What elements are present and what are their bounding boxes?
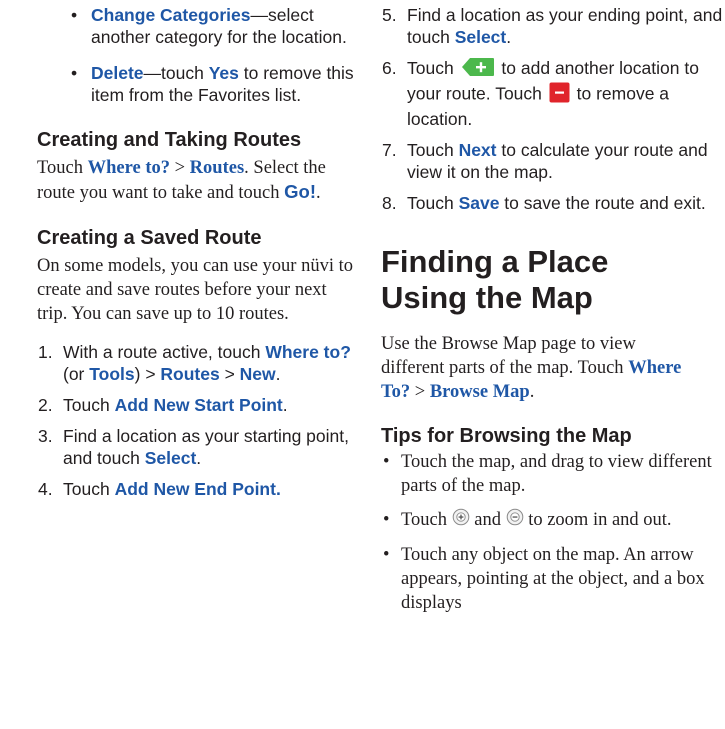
where-to-label: Where to? bbox=[87, 158, 170, 178]
bullet: • bbox=[71, 5, 78, 25]
list-item: 5. Find a location as your ending point,… bbox=[382, 5, 723, 47]
zoom-in-icon bbox=[452, 508, 470, 533]
list-item: • Touch and to zoom in and out. bbox=[381, 508, 725, 533]
list-item: • Touch the map, and drag to view differ… bbox=[383, 452, 712, 496]
list-item: 2. Touch Add New Start Point. bbox=[38, 395, 288, 415]
favorites-options-list: • Change Categories—select another categ… bbox=[63, 4, 356, 106]
bullet: • bbox=[383, 545, 390, 566]
creating-taking-routes-paragraph: Touch Where to? > Routes. Select the rou… bbox=[37, 158, 326, 203]
browse-map-label: Browse Map bbox=[429, 382, 530, 402]
change-categories-label: Change Categories bbox=[91, 5, 251, 25]
creating-taking-routes-heading: Creating and Taking Routes bbox=[37, 129, 302, 151]
list-item: 4. Touch Add New End Point. bbox=[38, 479, 281, 499]
add-location-icon bbox=[461, 57, 495, 82]
left-column: • Change Categories—select another categ… bbox=[0, 0, 356, 500]
list-item: • Change Categories—select another categ… bbox=[71, 5, 347, 47]
delete-label: Delete bbox=[91, 63, 144, 83]
yes-label: Yes bbox=[208, 63, 239, 83]
list-item: • Delete—touch Yes to remove this item f… bbox=[71, 63, 354, 105]
bullet: • bbox=[71, 63, 78, 83]
finding-place-heading: Finding a Place Using the Map bbox=[381, 244, 609, 315]
route-steps-list-right: 5. Find a location as your ending point,… bbox=[381, 4, 725, 214]
tips-heading: Tips for Browsing the Map bbox=[381, 425, 632, 447]
saved-route-paragraph: On some models, you can use your nüvi to… bbox=[37, 256, 353, 324]
finding-place-paragraph: Use the Browse Map page to view differen… bbox=[381, 334, 682, 402]
bullet: • bbox=[383, 510, 390, 530]
list-item: 7. Touch Next to calculate your route an… bbox=[382, 140, 708, 182]
list-item: 3. Find a location as your starting poin… bbox=[38, 426, 349, 468]
right-column: 5. Find a location as your ending point,… bbox=[381, 0, 725, 615]
saved-route-heading: Creating a Saved Route bbox=[37, 227, 262, 249]
route-steps-list-left: 1. With a route active, touch Where to? … bbox=[37, 341, 359, 500]
list-item: 1. With a route active, touch Where to? … bbox=[38, 342, 351, 384]
go-label: Go! bbox=[284, 181, 316, 202]
remove-location-icon bbox=[549, 82, 570, 108]
list-item: 8. Touch Save to save the route and exit… bbox=[382, 193, 706, 213]
list-item: 6. Touch to add another location to your… bbox=[382, 57, 699, 129]
routes-label: Routes bbox=[189, 158, 245, 178]
zoom-out-icon bbox=[506, 508, 524, 533]
bullet: • bbox=[383, 452, 390, 472]
list-item: • Touch any object on the map. An arrow … bbox=[383, 545, 705, 614]
tips-list: • Touch the map, and drag to view differ… bbox=[381, 450, 725, 615]
